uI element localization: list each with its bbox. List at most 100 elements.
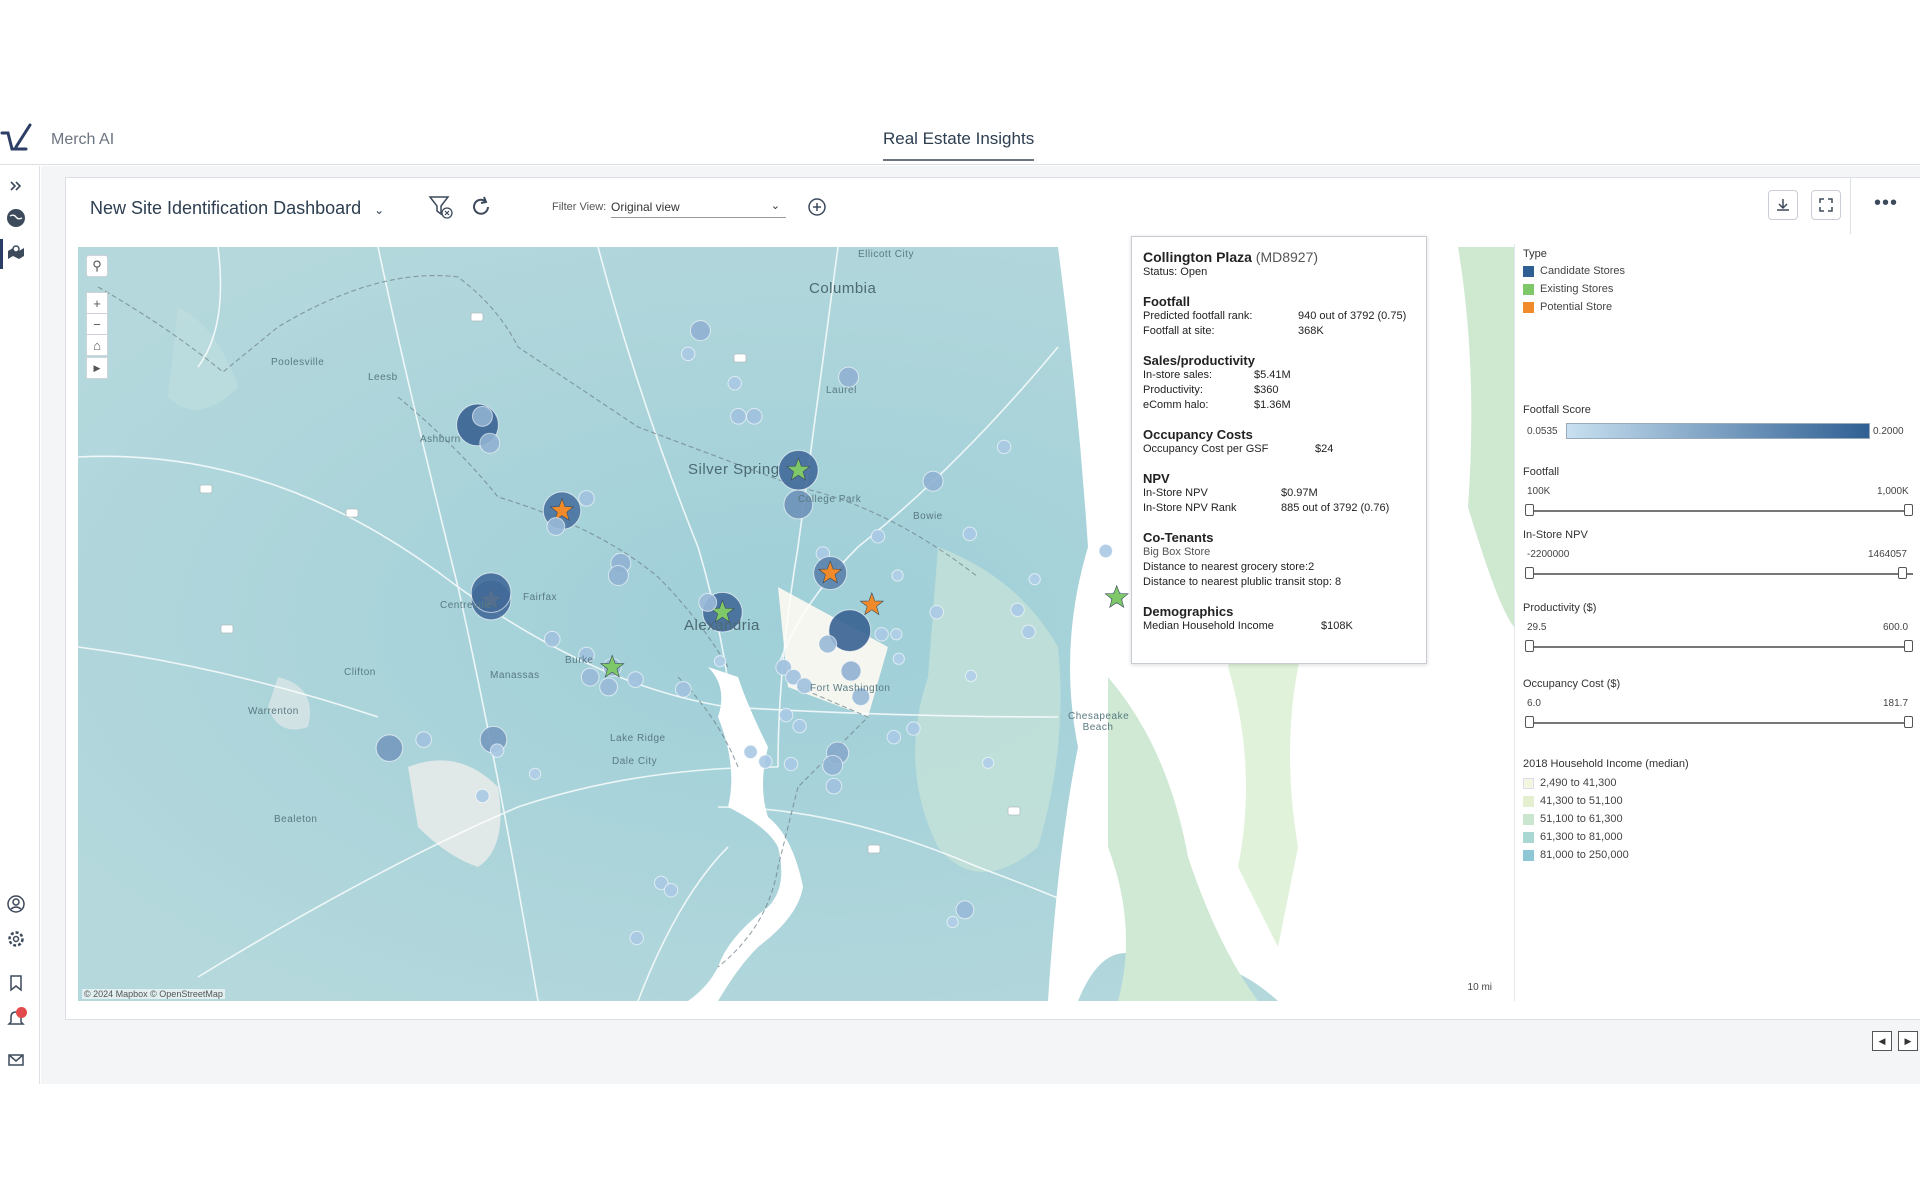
store-marker-candidate[interactable] — [689, 320, 711, 342]
store-marker-candidate[interactable] — [891, 569, 904, 582]
store-marker-candidate[interactable] — [713, 655, 727, 668]
productivity-slider-track[interactable] — [1527, 646, 1913, 648]
store-marker-candidate[interactable] — [906, 721, 921, 736]
income-bin[interactable]: 81,000 to 250,000 — [1523, 849, 1629, 861]
refresh-icon[interactable] — [466, 192, 496, 222]
store-marker-candidate[interactable] — [778, 707, 794, 723]
income-bin[interactable]: 51,100 to 61,300 — [1523, 813, 1623, 825]
store-marker-candidate[interactable] — [475, 788, 490, 804]
fullscreen-button[interactable] — [1811, 190, 1841, 220]
dashboard-title[interactable]: New Site Identification Dashboard ⌄ — [90, 198, 384, 219]
settings-gear-icon[interactable] — [5, 928, 27, 950]
store-marker-candidate[interactable] — [758, 754, 773, 769]
store-marker-candidate[interactable] — [599, 677, 618, 697]
store-marker-candidate[interactable] — [580, 667, 600, 687]
map-location-icon[interactable] — [5, 242, 27, 264]
store-marker-candidate[interactable] — [415, 731, 432, 748]
footfall-slider-track[interactable] — [1527, 510, 1913, 512]
productivity-slider-max-handle[interactable] — [1904, 640, 1913, 652]
legend-potential-store[interactable]: Potential Store — [1523, 301, 1612, 313]
store-marker-candidate[interactable] — [745, 408, 763, 425]
store-marker-candidate[interactable] — [680, 346, 696, 362]
legend-potential-label: Potential Store — [1540, 301, 1613, 313]
map-search-icon[interactable]: ⚲ — [86, 255, 108, 277]
store-marker-candidate[interactable] — [375, 734, 404, 762]
next-page-button[interactable]: ▶ — [1898, 1031, 1918, 1051]
store-marker-candidate[interactable] — [1010, 602, 1025, 618]
expand-arrow-icon[interactable]: ▶ — [86, 357, 108, 379]
store-marker-candidate[interactable] — [822, 754, 844, 776]
store-marker-candidate[interactable] — [792, 718, 807, 734]
income-bin[interactable]: 41,300 to 51,100 — [1523, 795, 1623, 807]
store-marker-candidate[interactable] — [892, 652, 905, 665]
store-marker-candidate[interactable] — [955, 900, 975, 920]
tab-real-estate-insights[interactable]: Real Estate Insights — [883, 129, 1035, 161]
store-marker-candidate[interactable] — [607, 565, 629, 586]
filter-view-select[interactable]: Original view ⌄ — [611, 196, 786, 218]
zoom-out-button[interactable]: − — [86, 313, 108, 335]
home-icon[interactable]: ⌂ — [86, 334, 108, 356]
previous-page-button[interactable]: ◀ — [1872, 1031, 1892, 1051]
legend-existing-stores[interactable]: Existing Stores — [1523, 283, 1613, 295]
store-marker-candidate[interactable] — [962, 526, 978, 542]
store-marker-candidate[interactable] — [818, 634, 838, 654]
store-marker-candidate[interactable] — [964, 669, 978, 683]
income-legend-title: 2018 Household Income (median) — [1523, 758, 1689, 770]
store-marker-candidate[interactable] — [946, 915, 959, 929]
store-marker-candidate[interactable] — [698, 593, 718, 612]
store-marker-candidate[interactable] — [730, 408, 747, 425]
store-marker-candidate[interactable] — [727, 376, 742, 391]
npv-slider-track[interactable] — [1527, 573, 1913, 575]
dashboard-toolbar: New Site Identification Dashboard ⌄ Filt… — [66, 178, 1920, 234]
store-marker-candidate[interactable] — [929, 605, 944, 620]
store-marker-candidate[interactable] — [471, 405, 493, 427]
store-marker-candidate[interactable] — [783, 756, 799, 772]
store-marker-candidate[interactable] — [825, 777, 843, 795]
productivity-slider-min-handle[interactable] — [1525, 640, 1534, 652]
store-marker-candidate[interactable] — [674, 681, 692, 698]
store-marker-candidate[interactable] — [840, 660, 862, 682]
store-marker-candidate[interactable] — [922, 470, 944, 492]
store-marker-candidate[interactable] — [982, 756, 995, 769]
store-marker-candidate[interactable] — [627, 671, 644, 688]
store-marker-candidate[interactable] — [996, 439, 1012, 455]
store-marker-candidate[interactable] — [578, 490, 595, 507]
income-bin[interactable]: 2,490 to 41,300 — [1523, 777, 1616, 789]
store-marker-candidate[interactable] — [1098, 543, 1113, 559]
globe-icon[interactable] — [5, 207, 27, 229]
expand-icon[interactable] — [5, 175, 27, 197]
occupancy-slider-track[interactable] — [1527, 722, 1913, 724]
more-options-icon[interactable]: ••• — [1874, 192, 1898, 215]
store-marker-candidate[interactable] — [479, 432, 501, 454]
map-copyright: © 2024 Mapbox © OpenStreetMap — [82, 989, 225, 999]
store-marker-candidate[interactable] — [886, 729, 902, 745]
legend-candidate-stores[interactable]: Candidate Stores — [1523, 265, 1625, 277]
store-marker-candidate[interactable] — [543, 630, 561, 648]
mail-icon[interactable] — [5, 1049, 27, 1071]
npv-slider-min-handle[interactable] — [1525, 567, 1534, 579]
store-marker-candidate[interactable] — [1028, 573, 1041, 586]
npv-slider-max-handle[interactable] — [1898, 567, 1907, 579]
zoom-in-button[interactable]: + — [86, 292, 108, 314]
store-marker-candidate[interactable] — [546, 517, 566, 536]
add-circle-icon[interactable] — [802, 192, 832, 222]
footfall-slider-min-handle[interactable] — [1525, 504, 1534, 516]
store-marker-candidate[interactable] — [874, 627, 889, 642]
store-marker-candidate[interactable] — [489, 743, 505, 758]
occupancy-slider-max-handle[interactable] — [1904, 716, 1913, 728]
user-profile-icon[interactable] — [5, 893, 27, 915]
income-bin[interactable]: 61,300 to 81,000 — [1523, 831, 1623, 843]
download-button[interactable] — [1768, 190, 1798, 220]
store-marker-candidate[interactable] — [1021, 624, 1036, 640]
store-marker-candidate[interactable] — [890, 628, 903, 641]
footfall-slider-max-handle[interactable] — [1904, 504, 1913, 516]
store-marker-candidate[interactable] — [870, 529, 886, 544]
store-marker-candidate[interactable] — [743, 744, 758, 760]
filter-clear-icon[interactable] — [426, 192, 456, 222]
bookmark-icon[interactable] — [5, 972, 27, 994]
store-marker-candidate[interactable] — [629, 930, 644, 946]
place-label-silver-spring: Silver Spring — [688, 461, 780, 478]
store-marker-candidate[interactable] — [528, 767, 542, 780]
store-marker-candidate[interactable] — [663, 882, 679, 898]
occupancy-slider-min-handle[interactable] — [1525, 716, 1534, 728]
